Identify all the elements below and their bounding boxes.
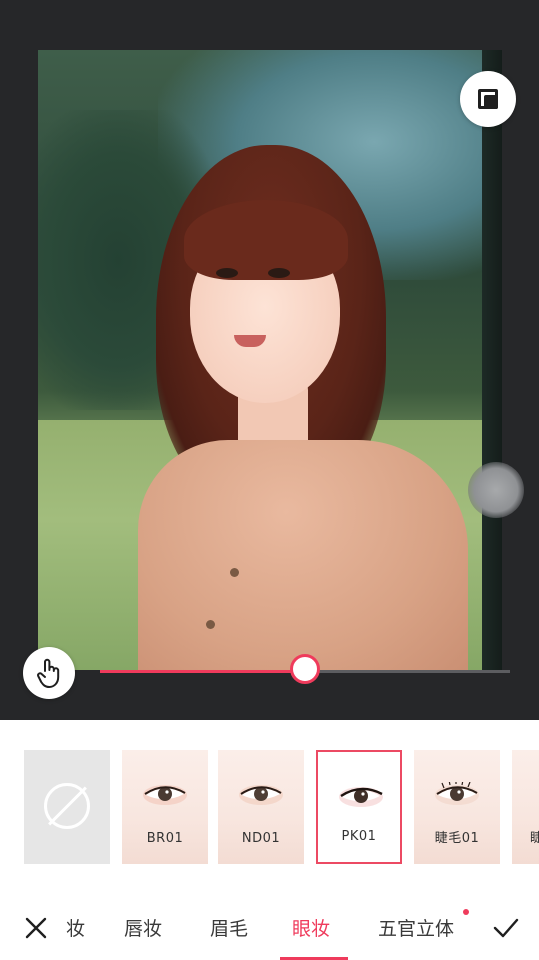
intensity-slider[interactable] [100,654,510,684]
compare-button[interactable] [460,71,516,127]
subject-bangs [184,200,348,280]
close-icon[interactable] [24,916,48,940]
eye-preview-icon [143,785,187,805]
intensity-slider-knob[interactable] [290,654,320,684]
preset-label: PK01 [341,829,377,844]
no-effect-icon [44,783,90,829]
tab-eye-makeup[interactable]: 眼妆 [292,914,330,941]
touch-hand-icon [37,658,60,688]
preset-label: BR01 [146,831,184,846]
check-icon[interactable] [492,916,520,940]
subject-dress [138,440,468,670]
subject-left-eye [216,268,238,278]
preset-lash01[interactable]: 睫毛01 [414,750,500,864]
preset-label: 睫 [530,831,539,846]
preset-br01[interactable]: BR01 [122,750,208,864]
eye-preview-icon [239,785,283,805]
preset-label: 睫毛01 [434,831,480,846]
tab-makeup[interactable]: 妆 [66,914,85,941]
makeup-category-tab-bar: 妆 唇妆 眉毛 眼妆 五官立体 [0,878,539,960]
edited-photo[interactable] [38,50,502,670]
photo-editor-area [0,0,539,720]
preset-partial[interactable]: 睫 [512,750,539,864]
eye-makeup-preset-list[interactable]: BR01 ND01 PK01 睫毛01 睫 [0,738,539,878]
eye-preview-icon [339,787,383,807]
subject-right-eye [268,268,290,278]
preset-label: ND01 [241,831,281,846]
preset-none[interactable] [24,750,110,864]
side-drag-handle[interactable] [468,462,524,518]
tab-lip-makeup[interactable]: 唇妆 [124,914,162,941]
photo-background-post [482,50,502,670]
tab-eyebrows[interactable]: 眉毛 [210,914,248,941]
preset-nd01[interactable]: ND01 [218,750,304,864]
new-badge-dot [463,909,469,915]
eye-preview-icon [435,782,479,805]
tab-contour[interactable]: 五官立体 [378,914,454,941]
intensity-slider-fill [100,670,305,673]
preset-pk01[interactable]: PK01 [316,750,402,864]
manual-touch-button[interactable] [23,647,75,699]
